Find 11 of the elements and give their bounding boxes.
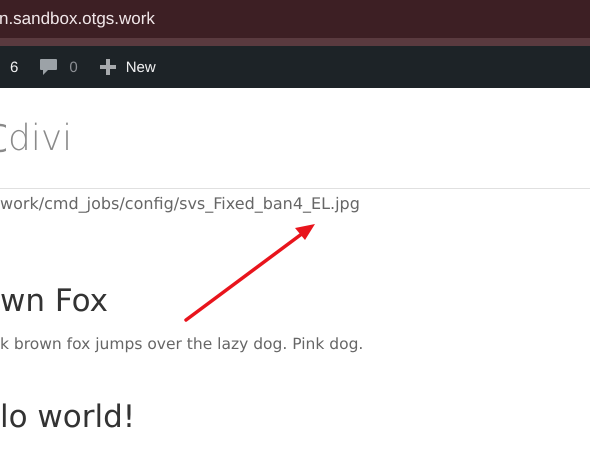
plus-icon — [100, 59, 116, 75]
post-title[interactable]: lo world! — [0, 399, 590, 435]
updates-count[interactable]: 6 — [10, 58, 18, 76]
new-button[interactable]: New — [100, 58, 156, 76]
file-path: work/cmd_jobs/config/svs_Fixed_ban4_EL.jpg — [0, 193, 361, 213]
address-text: n.sandbox.otgs.work — [0, 9, 155, 29]
logo-icon — [0, 123, 6, 153]
post-excerpt: k brown fox jumps over the lazy dog. Pink dog. — [0, 335, 364, 353]
comment-icon[interactable] — [39, 58, 58, 76]
post-title[interactable]: wn Fox — [0, 283, 590, 319]
comments-count[interactable]: 0 — [69, 58, 78, 76]
